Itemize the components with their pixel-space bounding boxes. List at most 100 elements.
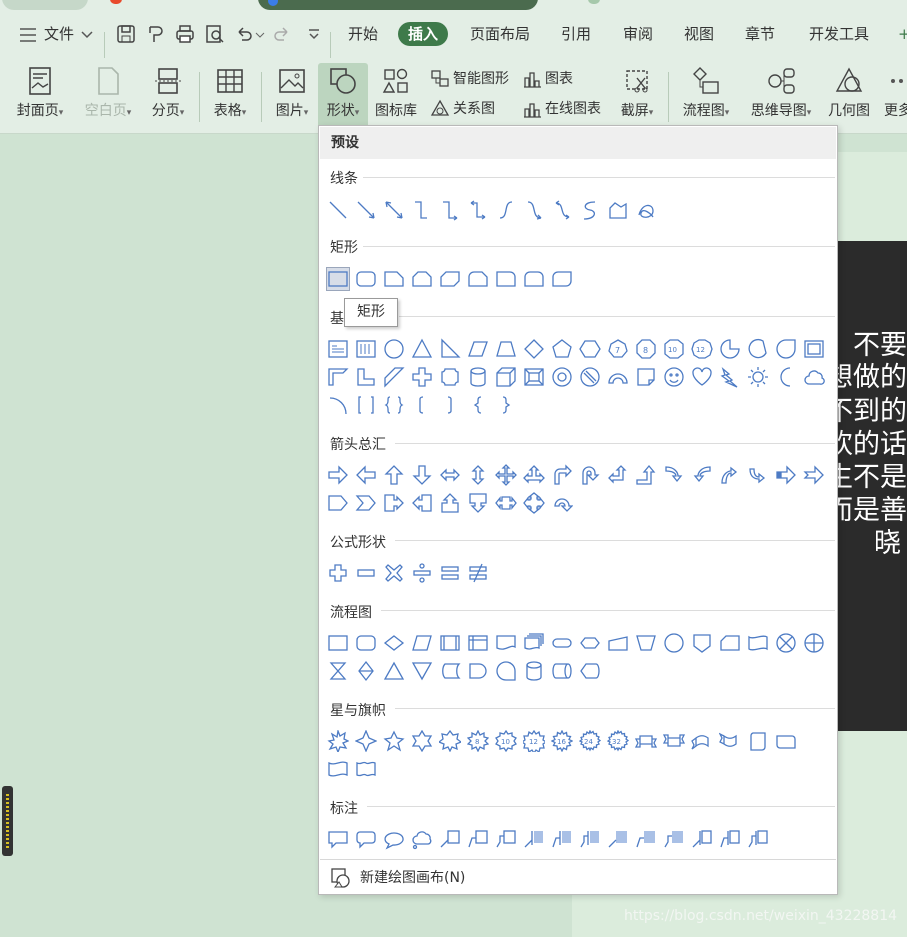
save-icon[interactable] [116, 24, 136, 44]
curved-connector-shape[interactable] [495, 199, 517, 221]
hexagon-shape[interactable] [579, 338, 601, 360]
divide-shape[interactable] [411, 562, 433, 584]
block-arc-shape[interactable] [607, 366, 629, 388]
process-shape[interactable] [327, 632, 349, 654]
punched-tape-shape[interactable] [747, 632, 769, 654]
chart-button[interactable]: 图表 [522, 68, 573, 90]
curved-right-arrow-shape[interactable] [663, 464, 685, 486]
line-callout-3-shape[interactable] [495, 828, 517, 850]
left-arrow-shape[interactable] [355, 464, 377, 486]
right-triangle-shape[interactable] [439, 338, 461, 360]
donut-shape[interactable] [551, 366, 573, 388]
can-shape[interactable] [467, 366, 489, 388]
right-brace-shape[interactable] [495, 394, 517, 416]
cloud-callout-shape[interactable] [411, 828, 433, 850]
line-callout-2-border-accent-shape[interactable] [719, 828, 741, 850]
parallelogram-shape[interactable] [467, 338, 489, 360]
manual-input-shape[interactable] [607, 632, 629, 654]
star-5-shape[interactable] [383, 730, 405, 752]
or-shape[interactable] [803, 632, 825, 654]
scribble-shape[interactable] [635, 199, 657, 221]
smiley-face-shape[interactable] [663, 366, 685, 388]
display-shape[interactable] [579, 660, 601, 682]
chevron-shape[interactable] [355, 492, 377, 514]
elbow-arrow-shape[interactable] [439, 199, 461, 221]
curved-ribbon-up-shape[interactable] [691, 730, 713, 752]
round-snip-rectangle-shape[interactable] [467, 268, 489, 290]
circular-arrow-shape[interactable] [551, 492, 573, 514]
mindmap-button[interactable]: 思维导图▾ [745, 66, 817, 120]
vertical-scroll-shape[interactable] [747, 730, 769, 752]
down-arrow-shape[interactable] [411, 464, 433, 486]
bent-up-arrow-shape[interactable] [635, 464, 657, 486]
active-document-tab[interactable] [258, 0, 538, 10]
quad-arrow-callout-shape[interactable] [523, 492, 545, 514]
plus-shape[interactable] [327, 562, 349, 584]
sun-shape[interactable] [747, 366, 769, 388]
line-callout-1-border-accent-shape[interactable] [691, 828, 713, 850]
arc-shape[interactable] [327, 394, 349, 416]
line-callout-2-accent-shape[interactable] [551, 828, 573, 850]
direct-access-storage-shape[interactable] [551, 660, 573, 682]
star-12-shape[interactable]: 12 [523, 730, 545, 752]
more-button[interactable]: 更多 [880, 66, 907, 120]
off-page-connector-shape[interactable] [691, 632, 713, 654]
line-callout-3-border-accent-shape[interactable] [747, 828, 769, 850]
summing-junction-shape[interactable] [775, 632, 797, 654]
pie-shape[interactable] [719, 338, 741, 360]
file-menu[interactable]: 文件 [44, 22, 74, 46]
document-tab[interactable] [2, 0, 88, 10]
up-arrow-shape[interactable] [383, 464, 405, 486]
left-right-up-arrow-shape[interactable] [523, 464, 545, 486]
diamond-shape[interactable] [523, 338, 545, 360]
merge-shape[interactable] [411, 660, 433, 682]
star-24-shape[interactable]: 24 [579, 730, 601, 752]
line-callout-3-accent-shape[interactable] [579, 828, 601, 850]
embedded-image[interactable]: 不要 想做的 不到的 欢的话 生不是 而是善 晓 [835, 241, 907, 731]
shape-button[interactable]: 形状▾ [318, 63, 368, 129]
print-icon[interactable] [175, 24, 195, 44]
cross-shape[interactable] [411, 366, 433, 388]
curved-left-arrow-shape[interactable] [691, 464, 713, 486]
left-right-arrow-callout-shape[interactable] [495, 492, 517, 514]
star-10-shape[interactable]: 10 [495, 730, 517, 752]
pentagon-arrow-shape[interactable] [327, 492, 349, 514]
teardrop-shape[interactable] [775, 338, 797, 360]
icon-library-button[interactable]: 图标库 [372, 66, 420, 120]
round-diagonal-rectangle-shape[interactable] [551, 268, 573, 290]
double-wave-shape[interactable] [355, 758, 377, 780]
tab-page-layout[interactable]: 页面布局 [470, 22, 530, 46]
curved-down-arrow-shape[interactable] [747, 464, 769, 486]
oval-shape[interactable] [383, 338, 405, 360]
snip-same-side-rectangle-shape[interactable] [411, 268, 433, 290]
tab-developer[interactable]: 开发工具 [809, 22, 869, 46]
side-panel-handle[interactable] [2, 786, 13, 856]
page-break-button[interactable]: 分页▾ [146, 66, 190, 120]
equal-shape[interactable] [439, 562, 461, 584]
star-6-shape[interactable] [411, 730, 433, 752]
star-4-shape[interactable] [355, 730, 377, 752]
horizontal-scroll-shape[interactable] [775, 730, 797, 752]
folded-corner-shape[interactable] [635, 366, 657, 388]
left-right-arrow-shape[interactable] [439, 464, 461, 486]
quick-access-more-icon[interactable] [304, 24, 324, 44]
tab-start[interactable]: 开始 [348, 22, 378, 46]
double-bracket-shape[interactable] [355, 394, 377, 416]
snip-corner-rectangle-shape[interactable] [383, 268, 405, 290]
terminator-shape[interactable] [551, 632, 573, 654]
right-arrow-callout-shape[interactable] [383, 492, 405, 514]
l-shape-shape[interactable] [355, 366, 377, 388]
frame-shape[interactable] [803, 338, 825, 360]
oval-callout-shape[interactable] [383, 828, 405, 850]
tab-insert[interactable]: 插入 [398, 22, 449, 46]
moon-shape[interactable] [775, 366, 797, 388]
stored-data-shape[interactable] [439, 660, 461, 682]
wave-shape[interactable] [327, 758, 349, 780]
half-frame-shape[interactable] [327, 366, 349, 388]
left-up-arrow-shape[interactable] [607, 464, 629, 486]
sequential-access-storage-shape[interactable] [495, 660, 517, 682]
line-callout-3-no-border-shape[interactable] [663, 828, 685, 850]
curved-up-arrow-shape[interactable] [719, 464, 741, 486]
connector-shape[interactable] [663, 632, 685, 654]
triangle-shape[interactable] [411, 338, 433, 360]
